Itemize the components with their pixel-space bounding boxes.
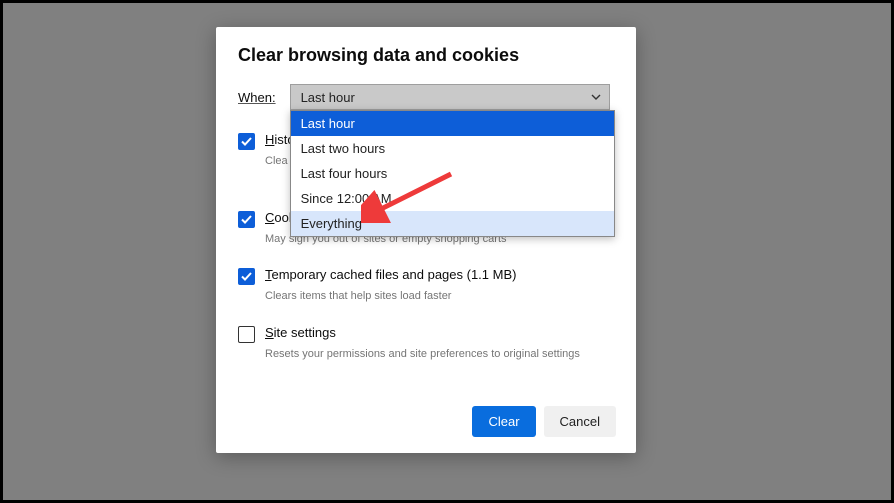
option-since-midnight[interactable]: Since 12:00 AM: [291, 186, 614, 211]
clear-data-dialog: Clear browsing data and cookies When: La…: [216, 27, 636, 453]
checkbox-cache-desc: Clears items that help sites load faster: [265, 286, 614, 305]
when-label: When:: [238, 90, 276, 105]
checkbox-site-settings-row: Site settings Resets your permissions an…: [216, 307, 636, 365]
checkbox-site-settings-desc: Resets your permissions and site prefere…: [265, 344, 614, 363]
option-everything[interactable]: Everything: [291, 211, 614, 236]
chevron-down-icon: [591, 92, 601, 102]
when-row: When: Last hour Last hour Last two hours…: [216, 78, 636, 114]
checkbox-cache-label: Temporary cached files and pages (1.1 MB…: [265, 267, 614, 286]
backdrop: Clear browsing data and cookies When: La…: [3, 3, 891, 500]
option-last-hour[interactable]: Last hour: [291, 111, 614, 136]
select-display[interactable]: Last hour: [290, 84, 610, 110]
select-value: Last hour: [301, 90, 355, 105]
checkbox-site-settings[interactable]: [238, 326, 255, 343]
clear-button[interactable]: Clear: [472, 406, 535, 437]
checkbox-cache[interactable]: [238, 268, 255, 285]
option-last-two-hours[interactable]: Last two hours: [291, 136, 614, 161]
cancel-button[interactable]: Cancel: [544, 406, 616, 437]
checkbox-site-settings-label: Site settings: [265, 325, 614, 344]
time-range-select[interactable]: Last hour Last hour Last two hours Last …: [290, 84, 614, 110]
dialog-footer: Clear Cancel: [472, 406, 616, 437]
dialog-title: Clear browsing data and cookies: [216, 27, 636, 78]
option-last-four-hours[interactable]: Last four hours: [291, 161, 614, 186]
checkbox-history[interactable]: [238, 133, 255, 150]
time-range-dropdown: Last hour Last two hours Last four hours…: [290, 110, 615, 237]
checkbox-cache-row: Temporary cached files and pages (1.1 MB…: [216, 249, 636, 307]
checkbox-cookies[interactable]: [238, 211, 255, 228]
